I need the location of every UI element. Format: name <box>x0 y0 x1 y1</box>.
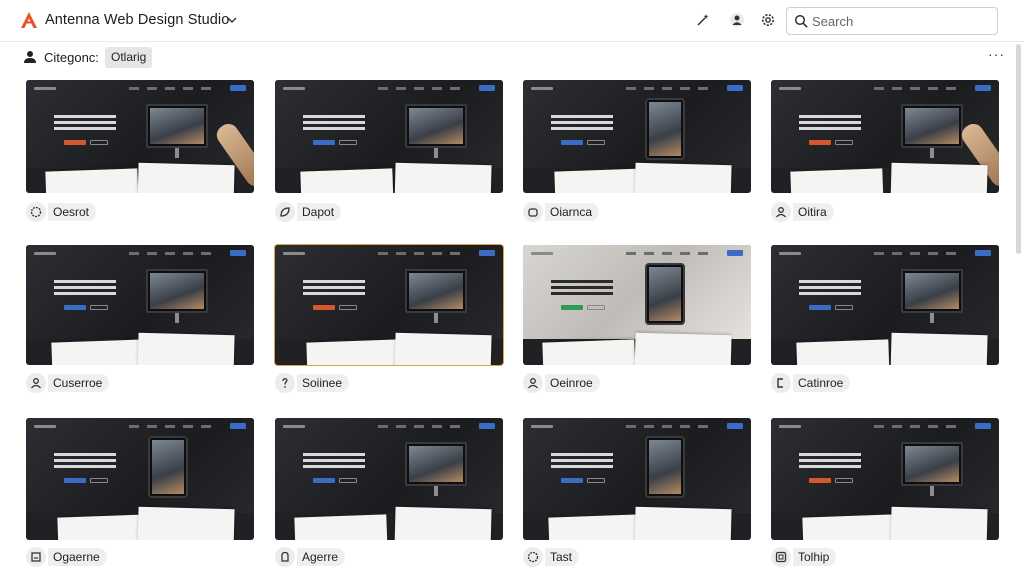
frame-icon <box>771 547 791 567</box>
antenna-logo-icon <box>21 12 37 28</box>
card-label-text: Catinroe <box>793 374 851 392</box>
person-icon <box>26 373 46 393</box>
card-label[interactable]: Cuserroe <box>26 373 110 393</box>
template-card[interactable]: Oesrot <box>26 80 254 223</box>
template-card[interactable]: Catinroe <box>771 245 999 394</box>
card-label[interactable]: Agerre <box>275 547 346 567</box>
template-thumbnail[interactable] <box>26 80 254 193</box>
template-card[interactable]: Dapot <box>275 80 503 223</box>
template-card[interactable]: Agerre <box>275 418 503 568</box>
card-label[interactable]: Catinroe <box>771 373 851 393</box>
pin-icon <box>275 547 295 567</box>
card-label-text: Tast <box>545 548 580 566</box>
template-card[interactable]: Oeinroe <box>523 245 751 394</box>
card-label-text: Cuserroe <box>48 374 110 392</box>
card-label[interactable]: Oeinroe <box>523 373 600 393</box>
card-label-text: Oesrot <box>48 203 97 221</box>
template-card[interactable]: Tolhip <box>771 418 999 568</box>
wand-icon[interactable] <box>694 11 712 29</box>
template-thumbnail[interactable] <box>771 80 999 193</box>
card-label[interactable]: Dapot <box>275 202 342 222</box>
card-label-text: Dapot <box>297 203 342 221</box>
card-label-text: Soiinee <box>297 374 350 392</box>
person-icon <box>523 373 543 393</box>
template-thumbnail[interactable] <box>275 418 503 540</box>
template-card[interactable]: Soiinee <box>275 245 503 394</box>
template-thumbnail[interactable] <box>771 418 999 540</box>
card-label-text: Oeinroe <box>545 374 600 392</box>
template-thumbnail[interactable] <box>26 245 254 365</box>
category-label: Citegonc: <box>44 50 99 65</box>
leaf-icon <box>275 202 295 222</box>
top-bar: Antenna Web Design Studio <box>0 0 1024 42</box>
card-label[interactable]: Oitira <box>771 202 834 222</box>
user-group-icon <box>24 51 36 63</box>
template-card[interactable]: Cuserroe <box>26 245 254 394</box>
search-icon <box>794 14 808 28</box>
card-label[interactable]: Tast <box>523 547 580 567</box>
person-icon[interactable] <box>728 11 746 29</box>
scrollbar[interactable] <box>1014 44 1022 576</box>
search-input[interactable] <box>812 12 992 30</box>
category-filter-chip[interactable]: Otlarig <box>105 47 153 68</box>
template-card[interactable]: Oiarnca <box>523 80 751 223</box>
search-box[interactable] <box>786 7 998 35</box>
template-card[interactable]: Tast <box>523 418 751 568</box>
template-thumbnail[interactable] <box>523 245 751 365</box>
template-card[interactable]: Oitira <box>771 80 999 223</box>
bracket-icon <box>771 373 791 393</box>
more-options-button[interactable]: ··· <box>988 47 1004 65</box>
template-thumbnail[interactable] <box>523 418 751 540</box>
card-label-text: Ogaerne <box>48 548 107 566</box>
template-thumbnail[interactable] <box>523 80 751 193</box>
badge-icon <box>523 547 543 567</box>
template-thumbnail[interactable] <box>26 418 254 540</box>
card-label-text: Oitira <box>793 203 834 221</box>
settings-icon[interactable] <box>759 11 777 29</box>
cup-icon <box>523 202 543 222</box>
square-icon <box>26 547 46 567</box>
filter-row: Citegonc: Otlarig ··· <box>0 45 1024 71</box>
template-thumbnail[interactable] <box>275 245 503 365</box>
card-label[interactable]: Oiarnca <box>523 202 600 222</box>
question-icon <box>275 373 295 393</box>
card-label-text: Agerre <box>297 548 346 566</box>
card-label[interactable]: Ogaerne <box>26 547 107 567</box>
template-thumbnail[interactable] <box>275 80 503 193</box>
template-card[interactable]: Ogaerne <box>26 418 254 568</box>
card-label[interactable]: Tolhip <box>771 547 837 567</box>
badge-icon <box>26 202 46 222</box>
card-label[interactable]: Oesrot <box>26 202 97 222</box>
person-icon <box>771 202 791 222</box>
template-thumbnail[interactable] <box>771 245 999 365</box>
card-label-text: Oiarnca <box>545 203 600 221</box>
app-title[interactable]: Antenna Web Design Studio <box>45 12 229 28</box>
card-label-text: Tolhip <box>793 548 837 566</box>
scroll-thumb[interactable] <box>1016 44 1021 254</box>
chevron-down-icon[interactable] <box>226 14 238 26</box>
card-label[interactable]: Soiinee <box>275 373 350 393</box>
